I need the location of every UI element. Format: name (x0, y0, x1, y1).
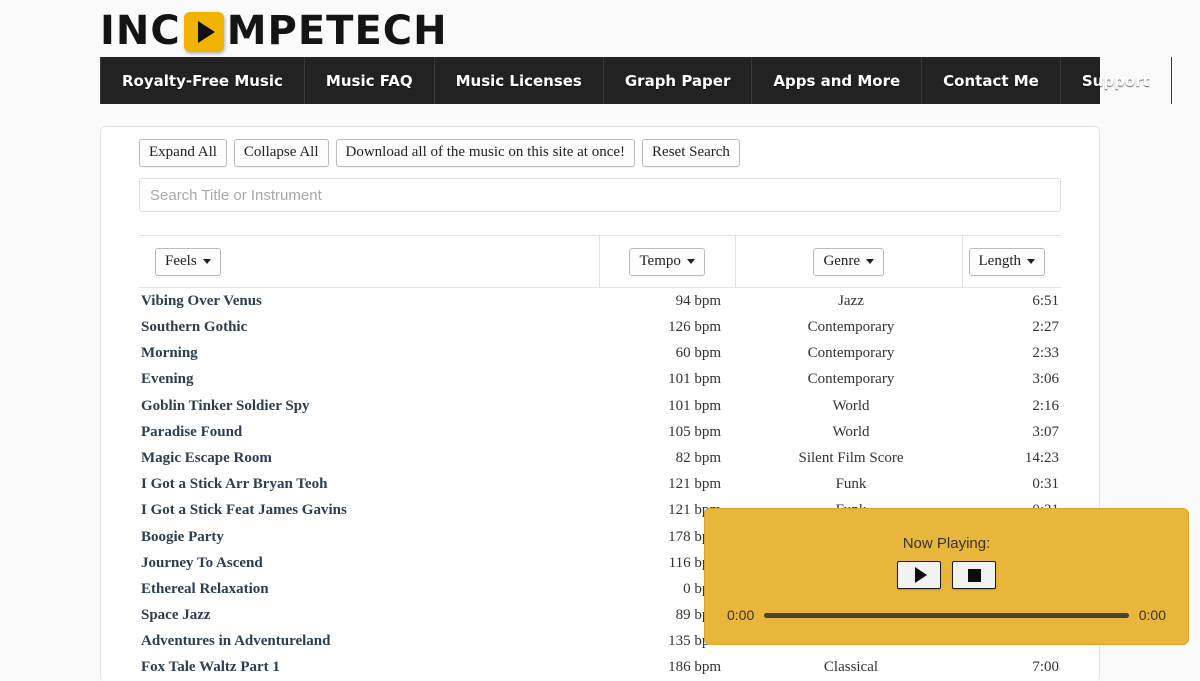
main-navigation: Royalty-Free Music Music FAQ Music Licen… (100, 57, 1172, 104)
filter-header-row: Feels Tempo Genre Length (139, 235, 1061, 289)
logo-text: INC MPETECH (100, 8, 448, 54)
track-genre: World (832, 423, 870, 440)
track-title[interactable]: Fox Tale Waltz Part 1 (139, 659, 601, 676)
track-genre: Contemporary (807, 345, 895, 362)
tempo-dropdown[interactable]: Tempo (629, 247, 705, 276)
track-title[interactable]: Adventures in Adventureland (139, 633, 601, 650)
download-all-button[interactable]: Download all of the music on this site a… (335, 139, 636, 168)
duration-time: 0:00 (1138, 607, 1166, 623)
chevron-down-icon (202, 258, 211, 264)
track-title[interactable]: Goblin Tinker Soldier Spy (139, 398, 601, 415)
track-length: 2:27 (1032, 319, 1059, 336)
table-row[interactable]: Vibing Over Venus 94 bpm Jazz 6:51 (139, 288, 1061, 314)
feels-dropdown[interactable]: Feels (155, 247, 221, 276)
nav-item-contact-me[interactable]: Contact Me (922, 57, 1061, 104)
nav-item-music-licenses[interactable]: Music Licenses (435, 57, 604, 104)
track-title[interactable]: I Got a Stick Feat James Gavins (139, 502, 601, 519)
elapsed-time: 0:00 (727, 607, 755, 623)
chevron-down-icon (686, 258, 695, 264)
genre-dropdown-label: Genre (823, 252, 861, 269)
player-controls (705, 561, 1188, 589)
now-playing-panel: Now Playing: 0:00 0:00 (705, 509, 1188, 644)
track-length: 3:07 (1032, 423, 1059, 440)
filter-cell-genre: Genre (736, 236, 963, 288)
stop-button[interactable] (952, 561, 996, 589)
filter-cell-title: Feels (139, 236, 600, 288)
feels-dropdown-label: Feels (165, 252, 197, 269)
track-tempo: 82 bpm (675, 449, 721, 466)
table-row[interactable]: Goblin Tinker Soldier Spy 101 bpm World … (139, 393, 1061, 419)
chevron-down-icon (866, 258, 875, 264)
toolbar: Expand All Collapse All Download all of … (101, 127, 1099, 168)
track-genre: Classical (823, 659, 879, 676)
tempo-dropdown-label: Tempo (639, 252, 681, 269)
stop-icon (967, 568, 981, 582)
search-input[interactable] (139, 178, 1061, 213)
track-title[interactable]: Space Jazz (139, 607, 601, 624)
track-title[interactable]: Morning (139, 345, 601, 362)
play-button[interactable] (897, 561, 941, 589)
table-row[interactable]: Magic Escape Room 82 bpm Silent Film Sco… (139, 445, 1061, 471)
track-length: 6:51 (1032, 292, 1059, 309)
length-dropdown-label: Length (978, 252, 1022, 269)
table-row[interactable]: Evening 101 bpm Contemporary 3:06 (139, 367, 1061, 393)
track-tempo: 105 bpm (668, 423, 721, 440)
play-icon (914, 567, 927, 583)
track-title[interactable]: Southern Gothic (139, 319, 601, 336)
nav-item-apps-and-more[interactable]: Apps and More (752, 57, 923, 104)
track-title[interactable]: Paradise Found (139, 424, 601, 441)
track-title[interactable]: Vibing Over Venus (139, 293, 601, 310)
track-title[interactable]: Journey To Ascend (139, 555, 601, 572)
track-genre: Silent Film Score (798, 449, 904, 466)
track-title[interactable]: Boogie Party (139, 529, 601, 546)
track-genre: World (832, 397, 870, 414)
filter-cell-tempo: Tempo (600, 236, 736, 288)
track-tempo: 60 bpm (675, 345, 721, 362)
site-logo[interactable]: INC MPETECH (100, 6, 448, 56)
track-genre: Contemporary (807, 371, 895, 388)
nav-item-music-faq[interactable]: Music FAQ (305, 57, 435, 104)
track-length: 0:31 (1032, 476, 1059, 493)
logo-text-part2: MPETECH (226, 8, 448, 54)
track-tempo: 101 bpm (668, 397, 721, 414)
track-length: 2:16 (1032, 397, 1059, 414)
expand-all-button[interactable]: Expand All (139, 139, 227, 168)
track-tempo: 126 bpm (668, 319, 721, 336)
track-tempo: 101 bpm (668, 371, 721, 388)
track-length: 2:33 (1032, 345, 1059, 362)
track-title[interactable]: Evening (139, 371, 601, 388)
search-row (101, 167, 1099, 213)
track-title[interactable]: I Got a Stick Arr Bryan Teoh (139, 476, 601, 493)
track-tempo: 121 bpm (668, 476, 721, 493)
collapse-all-button[interactable]: Collapse All (233, 139, 329, 168)
nav-item-royalty-free-music[interactable]: Royalty-Free Music (100, 57, 305, 104)
track-title[interactable]: Ethereal Relaxation (139, 581, 601, 598)
play-triangle-icon (183, 12, 224, 52)
nav-item-support[interactable]: Support (1061, 57, 1172, 104)
table-row[interactable]: Southern Gothic 126 bpm Contemporary 2:2… (139, 314, 1061, 340)
length-dropdown[interactable]: Length (968, 247, 1045, 276)
chevron-down-icon (1027, 258, 1035, 264)
track-tempo: 94 bpm (675, 292, 721, 309)
player-progress-row: 0:00 0:00 (727, 607, 1166, 623)
progress-slider[interactable] (764, 612, 1129, 618)
table-row[interactable]: I Got a Stick Arr Bryan Teoh 121 bpm Fun… (139, 472, 1061, 498)
now-playing-label: Now Playing: (902, 535, 991, 552)
track-tempo: 186 bpm (668, 659, 721, 676)
nav-item-graph-paper[interactable]: Graph Paper (604, 57, 753, 104)
table-row[interactable]: Morning 60 bpm Contemporary 2:33 (139, 341, 1061, 367)
track-title[interactable]: Magic Escape Room (139, 450, 601, 467)
logo-text-part1: INC (100, 8, 181, 54)
filter-cell-length: Length (963, 236, 1061, 287)
track-length: 7:00 (1032, 659, 1059, 676)
table-row[interactable]: Fox Tale Waltz Part 1 186 bpm Classical … (139, 655, 1061, 681)
table-row[interactable]: Paradise Found 105 bpm World 3:07 (139, 419, 1061, 445)
genre-dropdown[interactable]: Genre (813, 247, 885, 276)
track-length: 3:06 (1032, 371, 1059, 388)
track-genre: Funk (835, 476, 867, 493)
reset-search-button[interactable]: Reset Search (642, 139, 740, 168)
track-genre: Contemporary (807, 319, 895, 336)
track-genre: Jazz (838, 292, 864, 309)
track-length: 14:23 (1024, 449, 1059, 466)
